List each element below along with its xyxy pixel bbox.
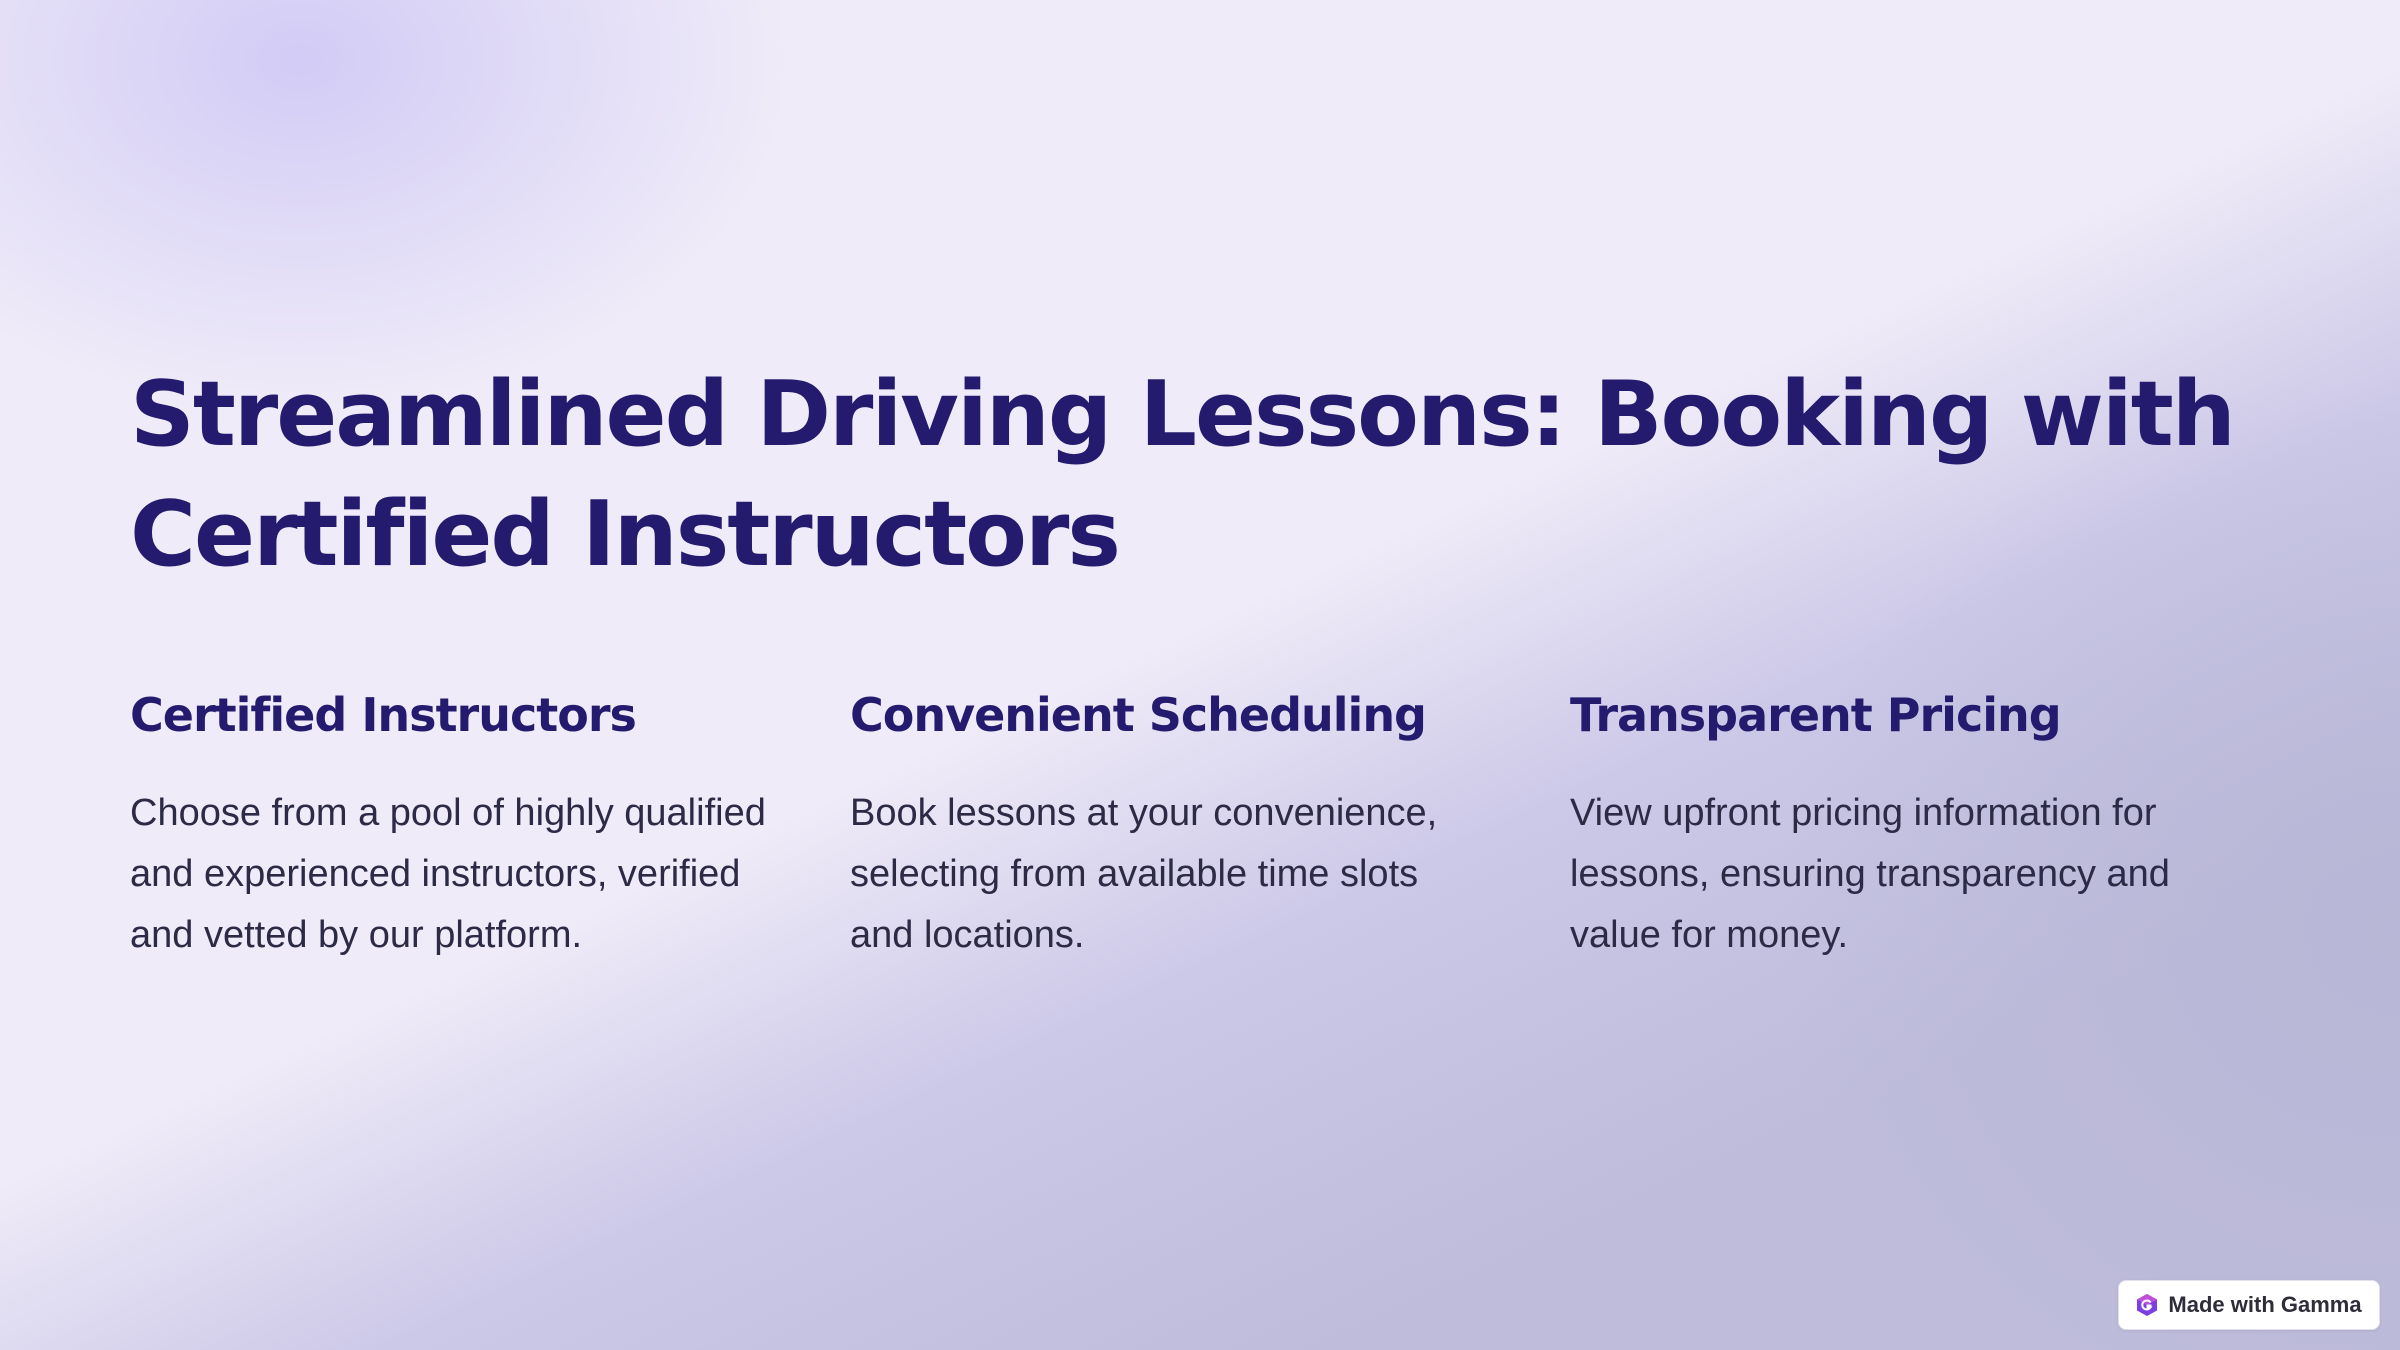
feature-description: View upfront pricing information for les… bbox=[1570, 792, 2170, 956]
slide-title: Streamlined Driving Lessons: Booking wit… bbox=[130, 362, 2236, 587]
feature-column-certified-instructors: Certified Instructors Choose from a pool… bbox=[130, 685, 850, 966]
gamma-logo-icon bbox=[2136, 1293, 2158, 1317]
feature-description: Choose from a pool of highly qualified a… bbox=[130, 792, 766, 956]
feature-heading: Certified Instructors bbox=[130, 688, 637, 742]
feature-column-convenient-scheduling: Convenient Scheduling Book lessons at yo… bbox=[850, 685, 1570, 966]
feature-description: Book lessons at your convenience, select… bbox=[850, 792, 1438, 956]
badge-label: Made with Gamma bbox=[2168, 1292, 2362, 1317]
feature-heading: Convenient Scheduling bbox=[850, 688, 1427, 742]
feature-column-transparent-pricing: Transparent Pricing View upfront pricing… bbox=[1570, 685, 2290, 966]
made-with-gamma-badge[interactable]: Made with Gamma bbox=[2118, 1280, 2380, 1330]
slide-content: Streamlined Driving Lessons: Booking wit… bbox=[130, 355, 2290, 966]
feature-heading: Transparent Pricing bbox=[1570, 688, 2062, 742]
feature-columns: Certified Instructors Choose from a pool… bbox=[130, 685, 2290, 966]
